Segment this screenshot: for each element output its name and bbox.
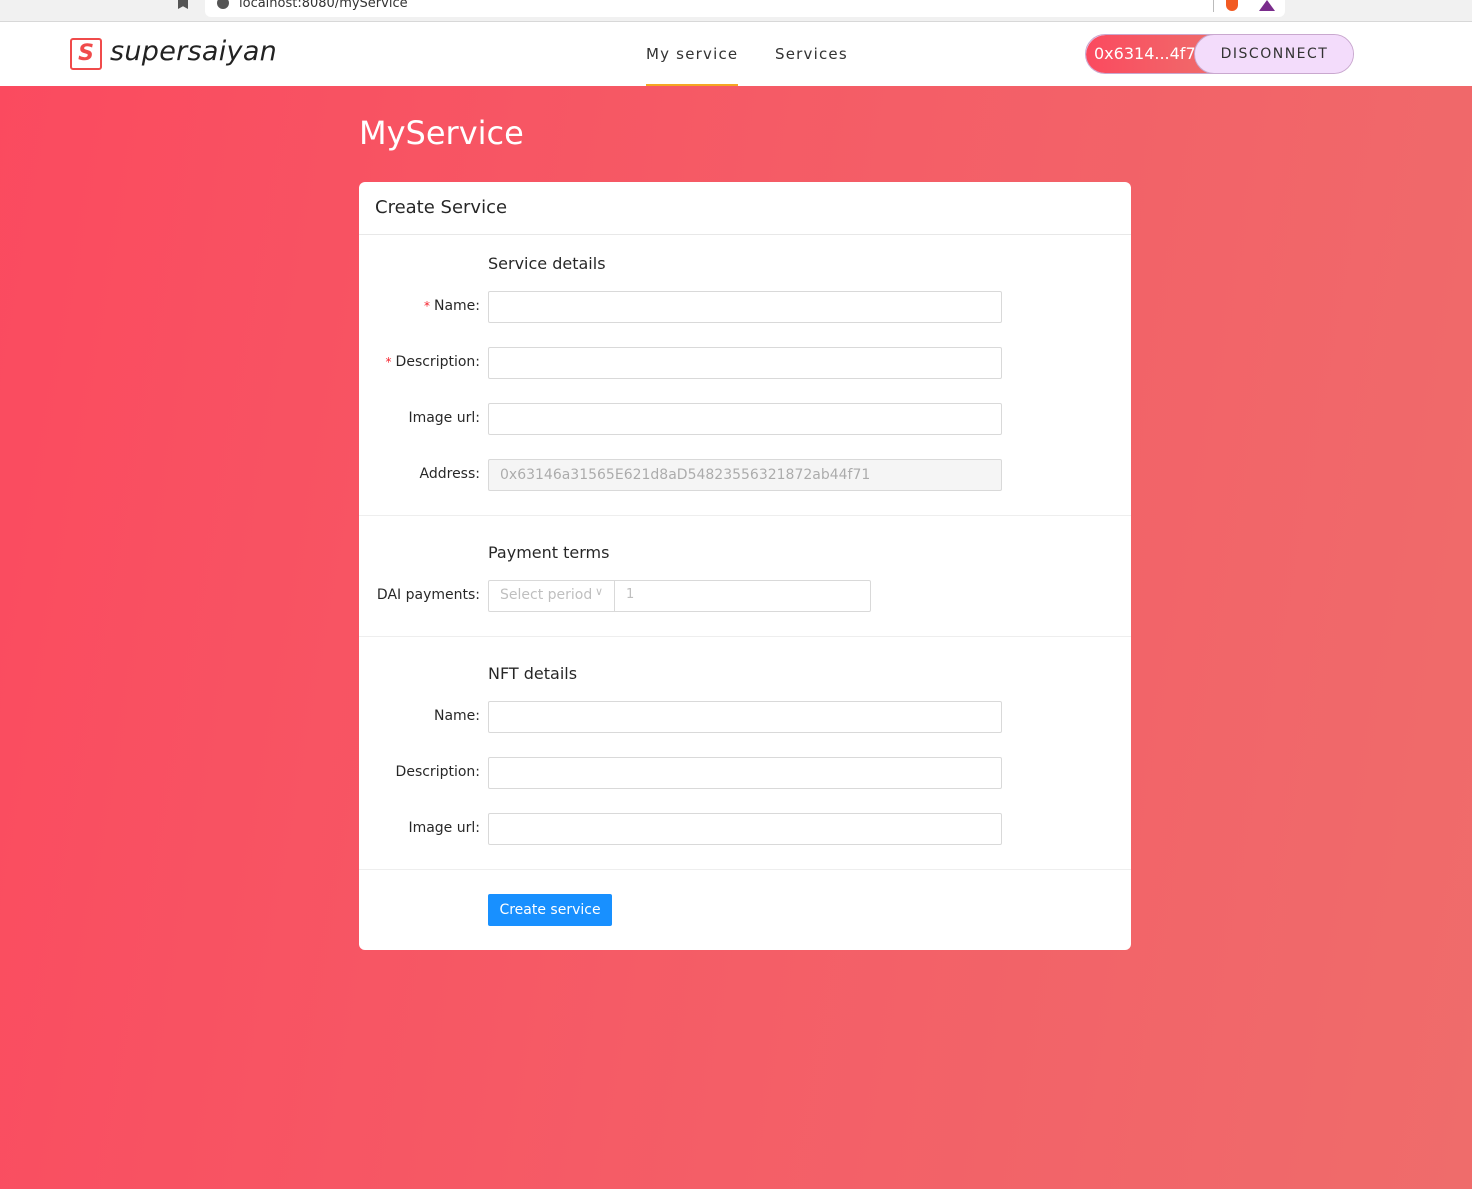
nft-name-input[interactable] [488,701,1002,733]
section-divider [359,869,1131,870]
page-title: MyService [359,114,524,152]
service-description-input[interactable] [488,347,1002,379]
section-divider [359,636,1131,637]
service-name-label: * Name: [423,298,480,314]
app-header: S supersaiyan My service Services 0x6314… [0,22,1472,86]
nav-services[interactable]: Services [775,22,848,86]
section-title-service-details: Service details [488,254,606,273]
nft-name-row: Name: [359,701,1131,733]
section-title-payment-terms: Payment terms [488,543,610,562]
address-label: Address: [419,466,480,482]
nft-description-input[interactable] [488,757,1002,789]
dai-payments-row: DAI payments: Select period ∨ 1 [359,580,1131,612]
nft-image-url-input[interactable] [488,813,1002,845]
nft-image-url-row: Image url: [359,813,1131,845]
service-name-row: * Name: [359,291,1131,323]
service-description-row: * Description: [359,347,1131,379]
payment-amount-input[interactable]: 1 [614,580,871,612]
section-title-nft-details: NFT details [488,664,578,683]
service-image-url-input[interactable] [488,403,1002,435]
brand-name[interactable]: supersaiyan [110,36,277,67]
browser-toolbar: localhost:8080/myService [0,0,1472,22]
nft-description-row: Description: [359,757,1131,789]
url-text[interactable]: localhost:8080/myService [239,0,408,11]
nft-image-url-label: Image url: [408,820,480,836]
nft-description-label: Description: [395,764,480,780]
bookmark-icon[interactable] [178,0,188,9]
service-image-url-label: Image url: [408,410,480,426]
address-bar[interactable]: localhost:8080/myService [205,0,1285,17]
address-input [488,459,1002,491]
service-name-input[interactable] [488,291,1002,323]
brave-rewards-icon[interactable] [1259,0,1275,11]
divider [1213,0,1214,12]
dai-payments-label: DAI payments: [376,587,480,603]
section-divider [359,515,1131,516]
create-service-card: Create Service Service details * Name: * D… [359,182,1131,950]
disconnect-button[interactable]: DISCONNECT [1194,35,1353,73]
nav-my-service[interactable]: My service [646,22,739,86]
create-service-button[interactable]: Create service [488,894,612,926]
period-select[interactable]: Select period ∨ [488,580,615,612]
service-image-url-row: Image url: [359,403,1131,435]
nft-name-label: Name: [433,708,480,724]
service-description-label: * Description: [385,354,480,370]
wallet-widget: 0x6314...4f71 DISCONNECT [1085,34,1354,74]
card-title: Create Service [359,182,1131,235]
address-row: Address: [359,459,1131,491]
site-info-icon[interactable] [217,0,229,9]
logo-icon[interactable]: S [70,38,102,70]
chevron-down-icon: ∨ [594,585,603,598]
